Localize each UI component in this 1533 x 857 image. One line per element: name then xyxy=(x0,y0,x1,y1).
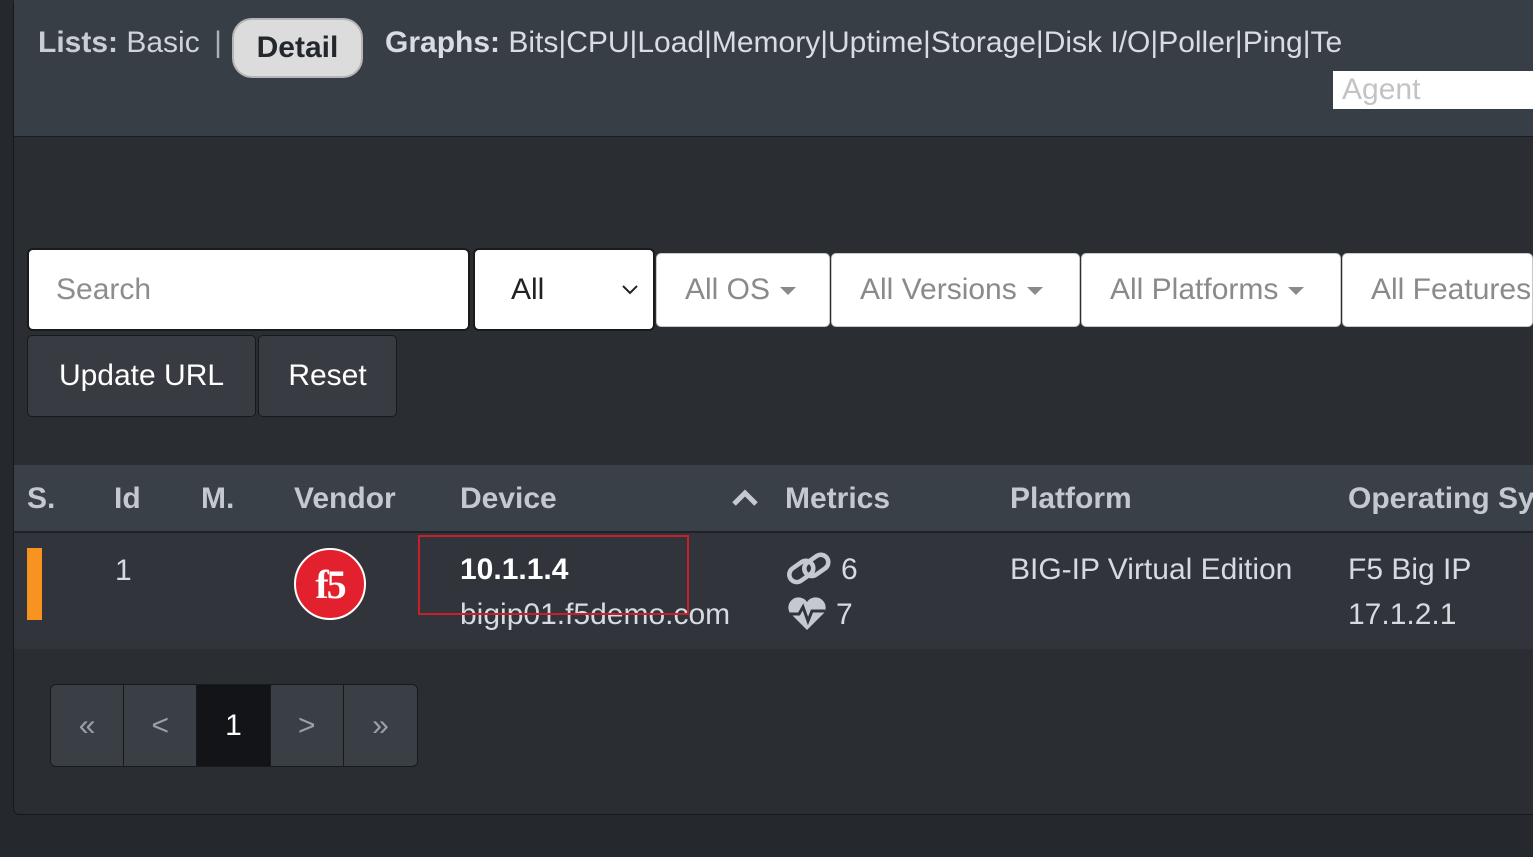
graph-poller-link[interactable]: Poller xyxy=(1158,26,1235,59)
f5-vendor-logo: f5 xyxy=(294,548,366,620)
device-id: 1 xyxy=(115,554,132,587)
graphs-label: Graphs: xyxy=(385,26,501,59)
graph-load-link[interactable]: Load xyxy=(637,26,704,59)
versions-filter-dropdown[interactable]: All Versions xyxy=(831,253,1080,327)
graph-cpu-link[interactable]: CPU xyxy=(566,26,629,59)
update-url-button[interactable]: Update URL xyxy=(27,335,256,417)
col-platform[interactable]: Platform xyxy=(1010,482,1132,516)
graph-bits-link[interactable]: Bits xyxy=(508,26,558,59)
col-status[interactable]: S. xyxy=(27,482,55,516)
caret-down-icon xyxy=(780,287,797,296)
graph-storage-link[interactable]: Storage xyxy=(931,26,1036,59)
chevron-up-icon[interactable] xyxy=(730,484,760,515)
graph-te-link[interactable]: Te xyxy=(1311,26,1343,59)
search-input[interactable]: Search xyxy=(27,248,470,331)
col-device[interactable]: Device xyxy=(460,482,557,516)
table-header xyxy=(14,465,1533,533)
current-page-button[interactable]: 1 xyxy=(197,685,271,766)
chevron-down-icon xyxy=(621,250,639,362)
nav-separator: | xyxy=(214,26,222,59)
graph-diskio-link[interactable]: Disk I/O xyxy=(1044,26,1151,59)
pagination: « < 1 > » xyxy=(50,684,418,767)
caret-down-icon xyxy=(1288,287,1305,296)
first-page-button[interactable]: « xyxy=(51,685,125,766)
type-select[interactable]: All xyxy=(473,248,655,331)
last-page-button[interactable]: » xyxy=(343,685,417,766)
platform-value: BIG-IP Virtual Edition xyxy=(1010,553,1293,586)
os-name: F5 Big IP xyxy=(1348,553,1472,586)
agent-input[interactable]: Agent xyxy=(1333,71,1533,109)
prev-page-button[interactable]: < xyxy=(124,685,198,766)
link-icon[interactable] xyxy=(785,549,833,594)
col-os[interactable]: Operating Sy xyxy=(1348,482,1533,516)
graph-uptime-link[interactable]: Uptime xyxy=(828,26,923,59)
reset-button[interactable]: Reset xyxy=(258,335,397,417)
table-row[interactable] xyxy=(14,533,1533,649)
heartbeat-icon[interactable] xyxy=(785,595,829,638)
next-page-button[interactable]: > xyxy=(270,685,344,766)
highlight-box xyxy=(418,535,689,615)
caret-down-icon xyxy=(1026,287,1043,296)
lists-basic-link[interactable]: Basic xyxy=(126,26,199,59)
os-version: 17.1.2.1 xyxy=(1348,598,1457,631)
col-maintenance[interactable]: M. xyxy=(201,482,234,516)
lists-nav: Lists: Basic | xyxy=(38,26,228,60)
ports-count[interactable]: 6 xyxy=(841,553,858,587)
graph-ping-link[interactable]: Ping xyxy=(1243,26,1303,59)
graphs-nav: Graphs: Bits|CPU|Load|Memory|Uptime|Stor… xyxy=(385,26,1343,59)
features-filter-dropdown[interactable]: All Features xyxy=(1342,253,1533,327)
graph-memory-link[interactable]: Memory xyxy=(712,26,820,59)
col-metrics[interactable]: Metrics xyxy=(785,482,890,516)
vendor-logo-text: f5 xyxy=(315,561,346,607)
status-indicator xyxy=(27,548,42,620)
lists-detail-active[interactable]: Detail xyxy=(232,18,363,78)
col-vendor[interactable]: Vendor xyxy=(294,482,396,516)
lists-label: Lists: xyxy=(38,26,119,59)
type-select-value: All xyxy=(511,273,545,306)
sensors-count[interactable]: 7 xyxy=(836,598,853,632)
platforms-filter-dropdown[interactable]: All Platforms xyxy=(1081,253,1341,327)
col-id[interactable]: Id xyxy=(114,482,141,516)
os-filter-dropdown[interactable]: All OS xyxy=(656,253,830,327)
